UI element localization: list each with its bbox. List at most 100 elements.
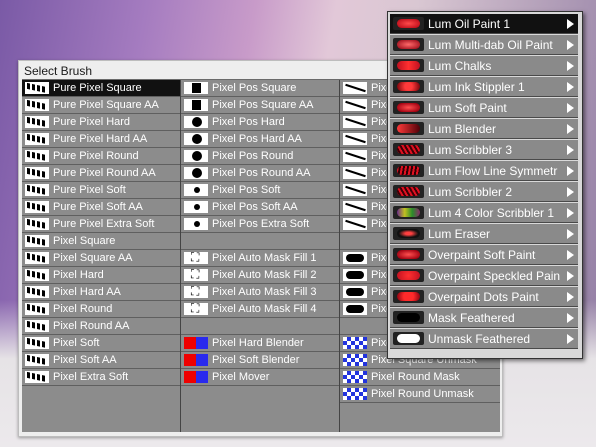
- brush-row-label: Pure Pixel Square AA: [53, 99, 159, 111]
- brush-row[interactable]: Pixel Pos Round: [181, 148, 339, 165]
- line-brush-icon: [343, 82, 367, 94]
- brush-row[interactable]: Pixel Auto Mask Fill 1: [181, 250, 339, 267]
- round-brush-icon: [184, 133, 208, 145]
- brush-row[interactable]: Pixel Square AA: [22, 250, 180, 267]
- menu-item-label: Lum Eraser: [428, 227, 491, 241]
- brush-row[interactable]: Pixel Pos Hard AA: [181, 131, 339, 148]
- menu-item[interactable]: Lum Scribbler 2: [390, 182, 578, 202]
- menu-item[interactable]: Lum Ink Stippler 1: [390, 77, 578, 97]
- brush-row[interactable]: Pixel Soft Blender: [181, 352, 339, 369]
- red-oil-swatch: [393, 17, 424, 30]
- menu-item[interactable]: Mask Feathered: [390, 308, 578, 328]
- menu-item[interactable]: Lum Multi-dab Oil Paint: [390, 35, 578, 55]
- submenu-arrow-icon: [567, 229, 574, 239]
- brush-row-label: Pixel Round AA: [53, 320, 130, 332]
- brush-row-label: Pure Pixel Extra Soft: [53, 218, 155, 230]
- brush-row[interactable]: Pixel Round: [22, 301, 180, 318]
- brush-row[interactable]: Pixel Auto Mask Fill 2: [181, 267, 339, 284]
- menu-item[interactable]: Lum Flow Line Symmetr: [390, 161, 578, 181]
- submenu-arrow-icon: [567, 166, 574, 176]
- brush-column-1: Pure Pixel Square Pure Pixel Square AA Pur…: [22, 80, 181, 432]
- menu-item-label: Lum 4 Color Scribbler 1: [428, 206, 555, 220]
- menu-item-label: Lum Blender: [428, 122, 497, 136]
- brush-row[interactable]: Pixel Hard AA: [22, 284, 180, 301]
- brush-row[interactable]: Pixel Pos Square AA: [181, 97, 339, 114]
- menu-item-label: Lum Chalks: [428, 59, 492, 73]
- brush-row[interactable]: Pure Pixel Square AA: [22, 97, 180, 114]
- brush-row[interactable]: [181, 233, 339, 250]
- fill-bucket-icon: [184, 301, 208, 316]
- brush-row[interactable]: Pixel Square: [22, 233, 180, 250]
- brush-row[interactable]: Pixel Pos Square: [181, 80, 339, 97]
- brush-row[interactable]: Pure Pixel Soft AA: [22, 199, 180, 216]
- blender-icon: [184, 337, 208, 349]
- multicolor-scribble-swatch: [393, 206, 424, 219]
- brush-row[interactable]: Pixel Soft: [22, 335, 180, 352]
- brush-row[interactable]: Pixel Mover: [181, 369, 339, 386]
- brush-column-2: Pixel Pos Square Pixel Pos Square AA Pixel…: [181, 80, 340, 432]
- brush-row[interactable]: Pure Pixel Soft: [22, 182, 180, 199]
- brush-row-label: Pixel Round Unmask: [371, 388, 474, 400]
- brush-row[interactable]: [181, 318, 339, 335]
- brush-row-label: Pixel Hard Blender: [212, 337, 304, 349]
- submenu-arrow-icon: [567, 271, 574, 281]
- menu-item-label: Overpaint Speckled Pain: [428, 269, 560, 283]
- brush-row[interactable]: Pixel Round Unmask: [340, 386, 500, 403]
- brush-row-label: Pure Pixel Round AA: [53, 167, 156, 179]
- brush-row-label: Pure Pixel Square: [53, 82, 142, 94]
- pixel-brush-icon: [25, 184, 49, 196]
- menu-item[interactable]: Overpaint Soft Paint: [390, 245, 578, 265]
- red-stipple-swatch: [393, 80, 424, 93]
- red-dots-swatch: [393, 290, 424, 303]
- brush-row[interactable]: Pure Pixel Round: [22, 148, 180, 165]
- menu-item[interactable]: Lum Oil Paint 1: [390, 14, 578, 34]
- menu-item[interactable]: Lum Scribbler 3: [390, 140, 578, 160]
- menu-item-label: Mask Feathered: [428, 311, 515, 325]
- brush-row[interactable]: Pixel Extra Soft: [22, 369, 180, 386]
- menu-item[interactable]: Overpaint Dots Paint: [390, 287, 578, 307]
- brush-row[interactable]: Pure Pixel Extra Soft: [22, 216, 180, 233]
- brush-row[interactable]: Pixel Pos Soft AA: [181, 199, 339, 216]
- brush-row[interactable]: Pure Pixel Round AA: [22, 165, 180, 182]
- checker-brush-icon: [343, 337, 367, 349]
- brush-row-label: Pixel Hard AA: [53, 286, 121, 298]
- menu-item[interactable]: Unmask Feathered: [390, 329, 578, 349]
- brush-row[interactable]: Pure Pixel Hard: [22, 114, 180, 131]
- brush-row[interactable]: Pixel Auto Mask Fill 4: [181, 301, 339, 318]
- line-brush-icon: [343, 150, 367, 162]
- brush-row-label: Pixel Auto Mask Fill 4: [212, 303, 317, 315]
- brush-row[interactable]: Pixel Pos Round AA: [181, 165, 339, 182]
- brush-row[interactable]: Pixel Round AA: [22, 318, 180, 335]
- line-brush-icon: [343, 218, 367, 230]
- menu-item[interactable]: Lum 4 Color Scribbler 1: [390, 203, 578, 223]
- brush-row[interactable]: Pixel Hard Blender: [181, 335, 339, 352]
- brush-row-label: Pixel Soft AA: [53, 354, 117, 366]
- submenu-arrow-icon: [567, 334, 574, 344]
- fill-bucket-icon: [184, 250, 208, 265]
- menu-item-label: Lum Flow Line Symmetr: [428, 164, 558, 178]
- submenu-arrow-icon: [567, 250, 574, 260]
- brush-row[interactable]: Pixel Round Mask: [340, 369, 500, 386]
- brush-row[interactable]: Pure Pixel Square: [22, 80, 180, 97]
- line-brush-icon: [343, 201, 367, 213]
- brush-row-label: Pure Pixel Soft AA: [53, 201, 143, 213]
- brush-row[interactable]: Pixel Pos Soft: [181, 182, 339, 199]
- menu-item[interactable]: Lum Soft Paint: [390, 98, 578, 118]
- pixel-brush-icon: [25, 201, 49, 213]
- brush-row[interactable]: Pure Pixel Hard AA: [22, 131, 180, 148]
- menu-item[interactable]: Lum Blender: [390, 119, 578, 139]
- white-stroke-swatch: [393, 332, 424, 345]
- submenu-arrow-icon: [567, 103, 574, 113]
- submenu-arrow-icon: [567, 19, 574, 29]
- fill-bucket-icon: [184, 284, 208, 299]
- menu-item[interactable]: Overpaint Speckled Pain: [390, 266, 578, 286]
- pixel-brush-icon: [25, 354, 49, 366]
- brush-row[interactable]: Pixel Pos Hard: [181, 114, 339, 131]
- menu-item[interactable]: Lum Chalks: [390, 56, 578, 76]
- blob-brush-icon: [343, 252, 367, 264]
- brush-row[interactable]: Pixel Soft AA: [22, 352, 180, 369]
- brush-row[interactable]: Pixel Hard: [22, 267, 180, 284]
- menu-item[interactable]: Lum Eraser: [390, 224, 578, 244]
- brush-row[interactable]: Pixel Auto Mask Fill 3: [181, 284, 339, 301]
- brush-row[interactable]: Pixel Pos Extra Soft: [181, 216, 339, 233]
